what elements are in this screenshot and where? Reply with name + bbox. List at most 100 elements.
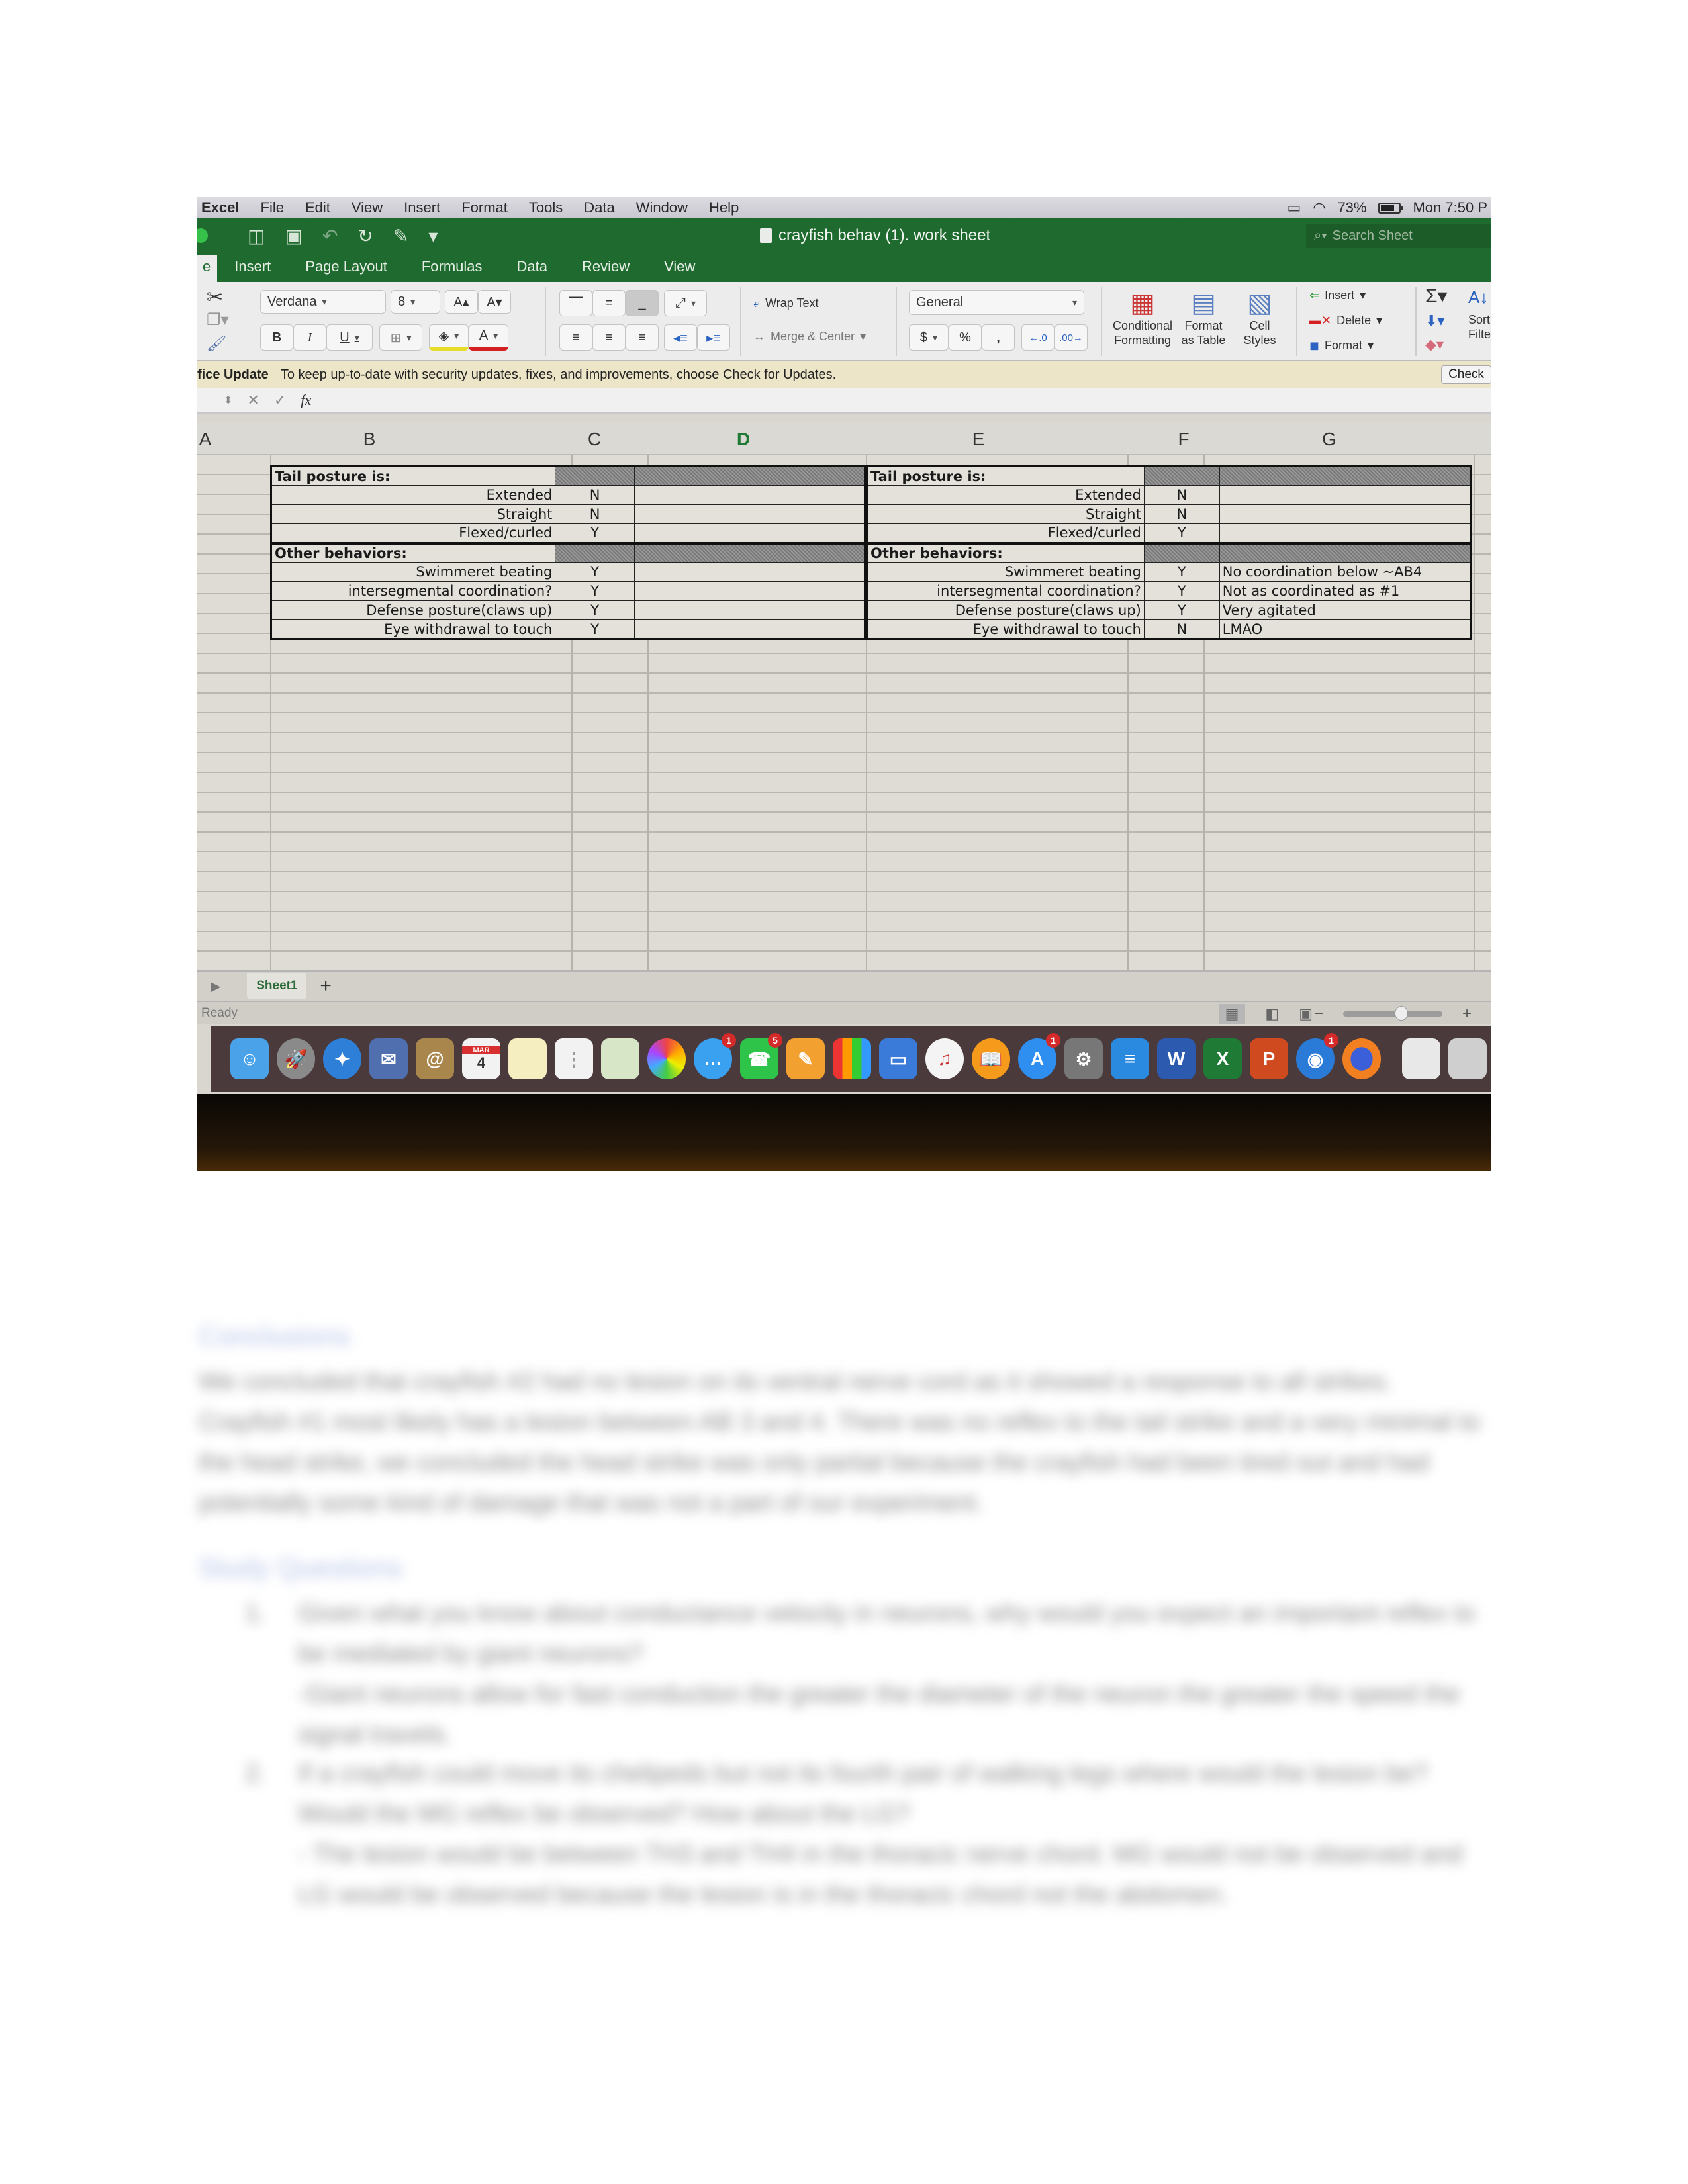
insert-cells-button[interactable]: ⇐ Insert ▾: [1309, 289, 1366, 303]
behavior-label[interactable]: Extended: [867, 485, 1145, 505]
behavior-note[interactable]: [633, 504, 866, 524]
clear-eraser-icon[interactable]: ◆▾: [1425, 336, 1444, 353]
delete-cells-button[interactable]: ▬✕ Delete ▾: [1309, 314, 1382, 328]
photos-icon[interactable]: [647, 1038, 686, 1079]
sidebar-toggle-icon[interactable]: ◫: [248, 225, 265, 247]
behavior-label[interactable]: Eye withdrawal to touch: [270, 619, 556, 639]
behavior-value[interactable]: Y: [1143, 600, 1220, 620]
menu-help[interactable]: Help: [698, 199, 749, 216]
align-left-button[interactable]: ≡: [559, 324, 592, 351]
behavior-value[interactable]: N: [1143, 504, 1220, 524]
fill-color-button[interactable]: ◈: [429, 324, 469, 351]
increase-indent-button[interactable]: ▸≡: [697, 324, 730, 351]
behavior-value[interactable]: Y: [1143, 523, 1220, 543]
behavior-note[interactable]: [633, 562, 866, 582]
behavior-value[interactable]: N: [1143, 619, 1220, 639]
number-format-select[interactable]: General: [909, 290, 1084, 315]
tab-page-layout[interactable]: Page Layout: [288, 258, 404, 282]
zoom-slider[interactable]: [1342, 1006, 1442, 1021]
behavior-label[interactable]: Straight: [270, 504, 556, 524]
undo-icon[interactable]: ↶: [322, 225, 338, 247]
cut-icon[interactable]: ✂: [207, 286, 223, 310]
downloads-stack-icon[interactable]: [1402, 1038, 1440, 1079]
numbers-icon[interactable]: [833, 1038, 871, 1079]
behavior-value[interactable]: Y: [555, 619, 635, 639]
behavior-value[interactable]: Y: [555, 581, 635, 601]
wifi-icon[interactable]: ◠: [1313, 199, 1325, 216]
behavior-label[interactable]: intersegmental coordination?: [270, 581, 556, 601]
behavior-label[interactable]: Eye withdrawal to touch: [867, 619, 1145, 639]
menu-format[interactable]: Format: [451, 199, 518, 216]
behavior-label[interactable]: intersegmental coordination?: [867, 581, 1145, 601]
keynote-icon[interactable]: ▭: [879, 1038, 917, 1079]
behavior-note[interactable]: [1219, 485, 1472, 505]
increase-decimal-button[interactable]: ←.0: [1021, 324, 1055, 351]
column-header-g[interactable]: G: [1256, 429, 1402, 450]
borders-button[interactable]: ⊞: [379, 324, 422, 351]
zoom-in-button[interactable]: +: [1462, 1005, 1472, 1023]
launchpad-icon[interactable]: 🚀: [277, 1038, 315, 1079]
format-as-table-button[interactable]: ▤ Format as Table: [1177, 287, 1230, 347]
behavior-label[interactable]: Extended: [270, 485, 556, 505]
edit-sheet-icon[interactable]: ✎: [393, 225, 408, 247]
section-header[interactable]: Tail posture is:: [867, 466, 1145, 486]
cell-styles-button[interactable]: ▧ Cell Styles: [1237, 287, 1283, 347]
align-bottom-button[interactable]: _: [626, 290, 659, 316]
behavior-value[interactable]: N: [555, 504, 635, 524]
font-size-select[interactable]: 8: [391, 290, 440, 314]
facetime-icon[interactable]: ☎ 5: [740, 1033, 782, 1079]
behavior-note[interactable]: [1219, 504, 1472, 524]
system-preferences-icon[interactable]: ⚙: [1064, 1038, 1103, 1079]
insert-function-icon[interactable]: fx: [301, 392, 311, 409]
behavior-note[interactable]: [1219, 523, 1472, 543]
shaded-cell[interactable]: [1143, 466, 1220, 486]
autosum-icon[interactable]: Σ▾: [1425, 285, 1448, 308]
enter-formula-icon[interactable]: ✓: [274, 392, 286, 409]
scroll-sheets-icon[interactable]: ▶: [211, 978, 220, 995]
menu-file[interactable]: File: [250, 199, 295, 216]
merge-center-button[interactable]: ↔ Merge & Center ▾: [753, 330, 866, 344]
behavior-note[interactable]: [633, 600, 866, 620]
column-header-c[interactable]: C: [568, 429, 621, 450]
column-header-e[interactable]: E: [879, 429, 1078, 450]
customize-toolbar-icon[interactable]: ▾: [428, 225, 438, 247]
menu-edit[interactable]: Edit: [295, 199, 341, 216]
decrease-font-size-button[interactable]: A▾: [478, 290, 511, 314]
ibooks-icon[interactable]: 📖: [972, 1038, 1010, 1079]
align-top-button[interactable]: ⎺: [559, 290, 592, 316]
menu-app-excel[interactable]: Excel: [197, 199, 250, 216]
behavior-note[interactable]: LMAO: [1219, 619, 1472, 639]
behavior-value[interactable]: Y: [1143, 581, 1220, 601]
window-zoom-button[interactable]: [197, 228, 208, 243]
behavior-note[interactable]: [633, 485, 866, 505]
airplay-icon[interactable]: ▭: [1287, 199, 1301, 216]
section-header[interactable]: Tail posture is:: [270, 466, 556, 486]
reminders-icon[interactable]: ⋮: [555, 1038, 593, 1079]
powerpoint-icon[interactable]: P: [1250, 1038, 1288, 1079]
calendar-icon[interactable]: MAR 4: [462, 1038, 500, 1079]
check-for-updates-button[interactable]: Check: [1441, 365, 1491, 384]
pages-icon[interactable]: ✎: [786, 1038, 825, 1079]
firefox-icon[interactable]: [1342, 1038, 1381, 1079]
format-cells-button[interactable]: ◼ Format ▾: [1309, 339, 1374, 353]
shaded-cell[interactable]: [555, 541, 635, 563]
font-color-button[interactable]: A: [469, 324, 508, 351]
currency-button[interactable]: $: [909, 324, 949, 351]
percent-button[interactable]: %: [949, 324, 982, 351]
wrap-text-button[interactable]: ⤶ Wrap Text: [753, 296, 818, 311]
menu-view[interactable]: View: [341, 199, 393, 216]
align-right-button[interactable]: ≡: [626, 324, 659, 351]
finder-icon[interactable]: ☺: [230, 1038, 269, 1079]
italic-button[interactable]: I: [293, 324, 326, 351]
decrease-decimal-button[interactable]: .00→: [1055, 324, 1088, 351]
column-header-a[interactable]: A: [199, 429, 212, 450]
behavior-note[interactable]: Very agitated: [1219, 600, 1472, 620]
decrease-indent-button[interactable]: ◂≡: [664, 324, 697, 351]
behavior-value[interactable]: Y: [555, 600, 635, 620]
tab-review[interactable]: Review: [565, 258, 647, 282]
column-header-f[interactable]: F: [1157, 429, 1210, 450]
tab-insert[interactable]: Insert: [217, 258, 288, 282]
column-header-d[interactable]: D: [661, 429, 826, 450]
behavior-value[interactable]: N: [1143, 485, 1220, 505]
bold-button[interactable]: B: [260, 324, 293, 351]
